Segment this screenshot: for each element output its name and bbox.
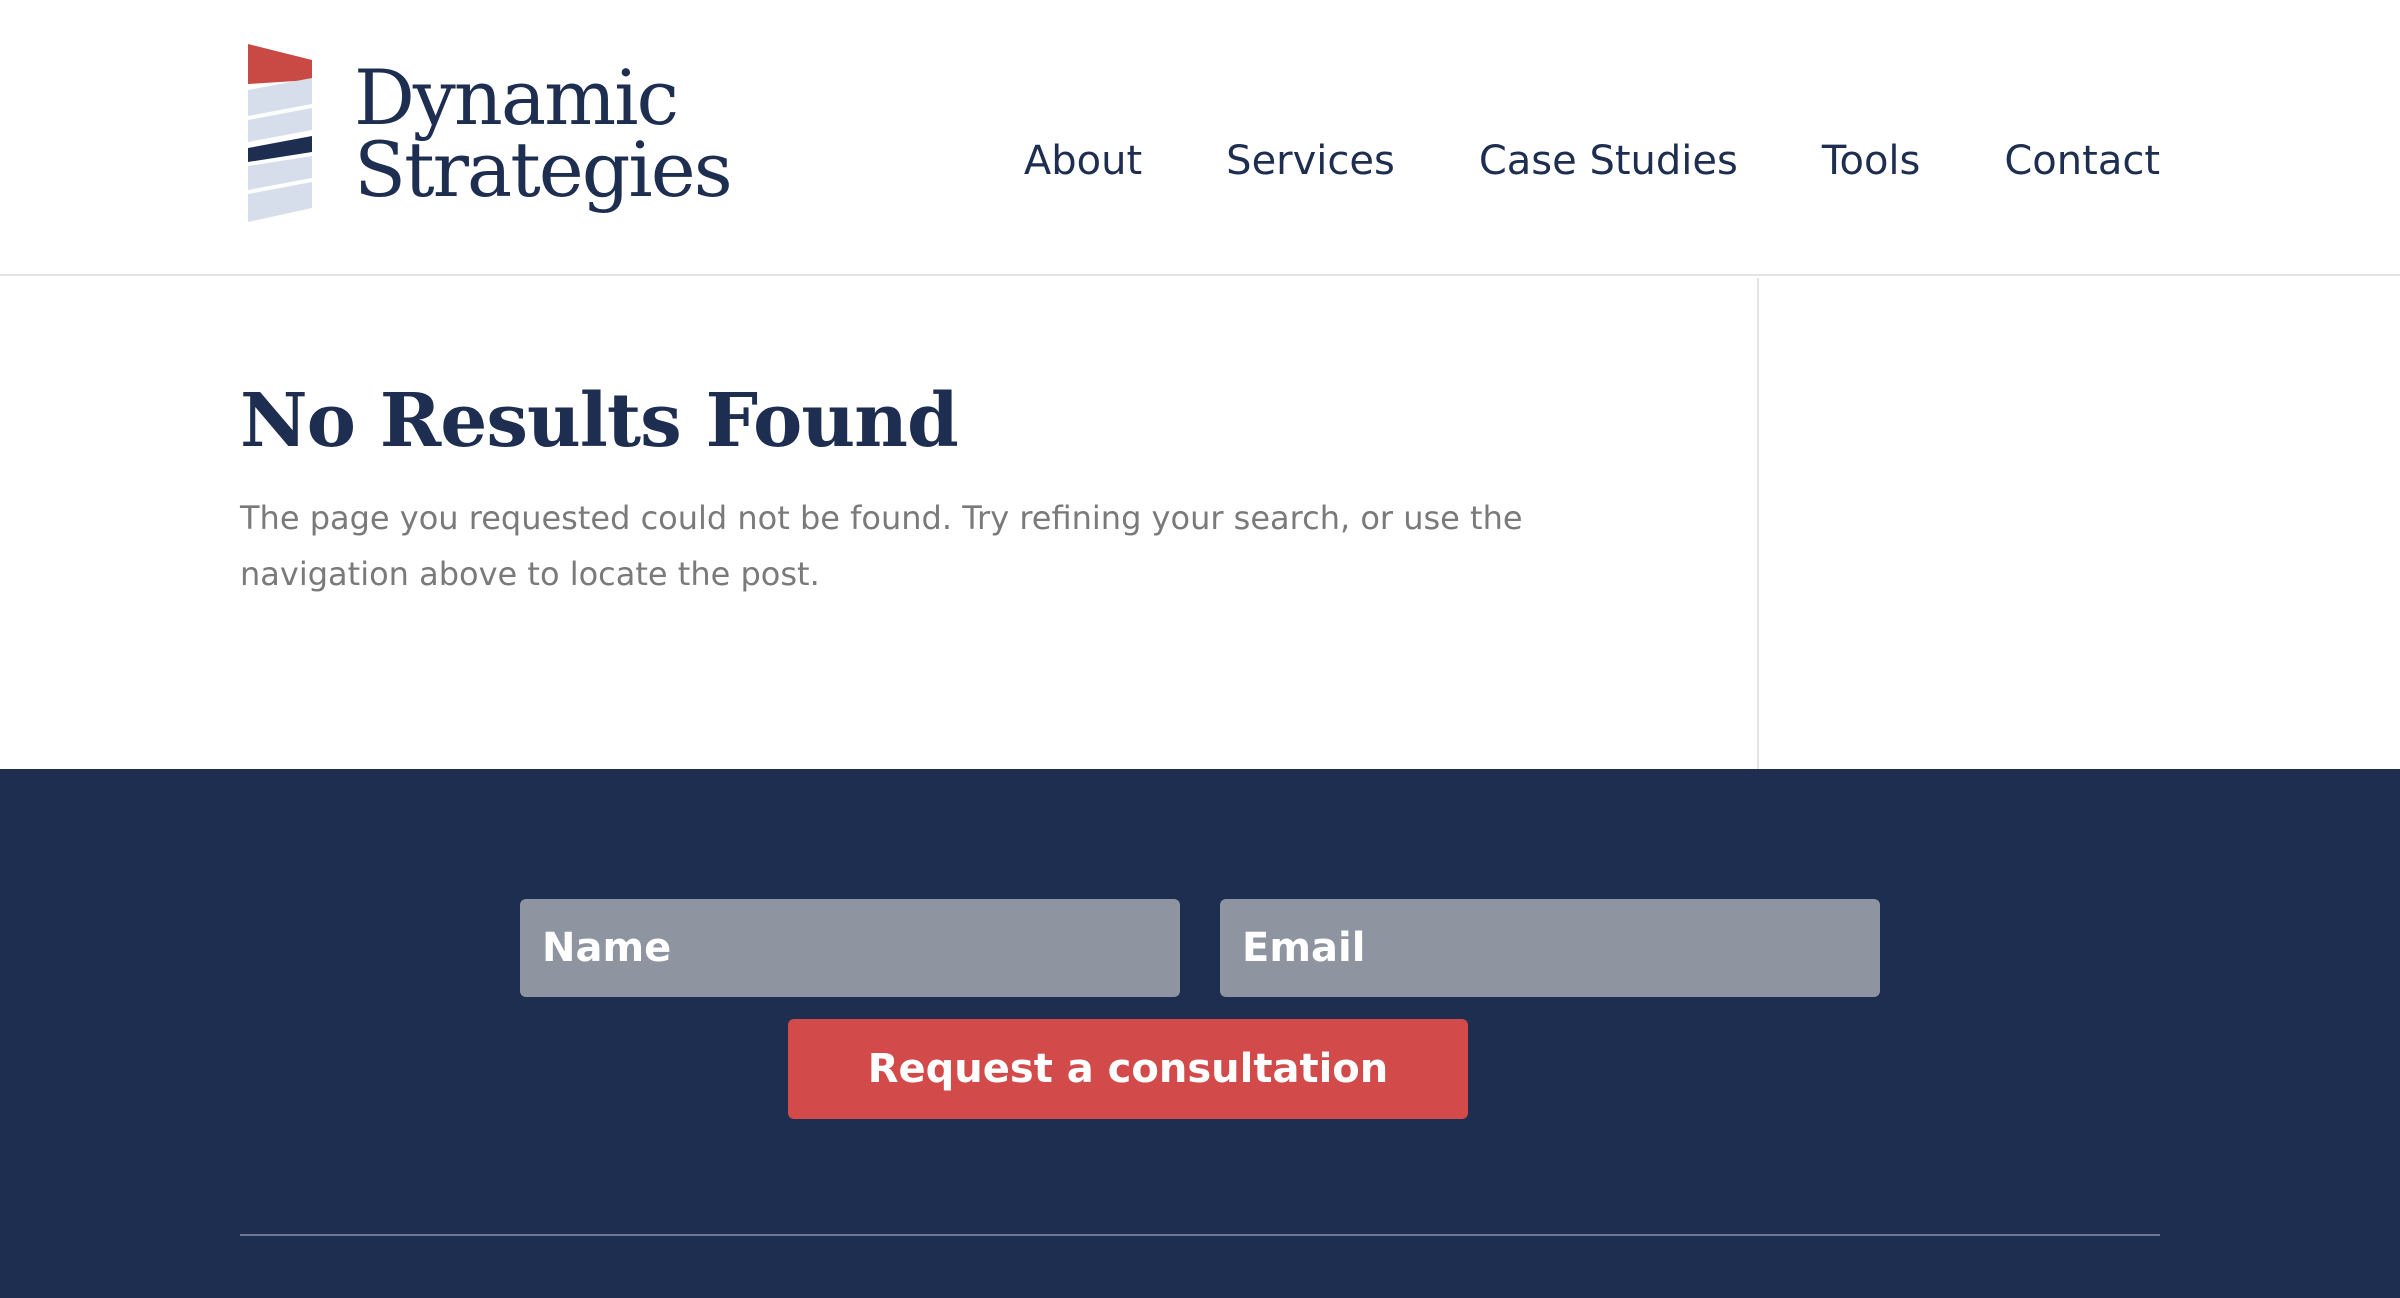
main-content: No Results Found The page you requested … bbox=[0, 278, 2400, 769]
brand-wordmark: Dynamic Strategies bbox=[354, 53, 733, 214]
nav-item-services[interactable]: Services bbox=[1226, 138, 1395, 184]
brand-line-2: Strategies bbox=[354, 125, 733, 214]
main-nav: About Services Case Studies Tools Contac… bbox=[1024, 138, 2160, 184]
name-input[interactable] bbox=[520, 899, 1180, 997]
request-consultation-button[interactable]: Request a consultation bbox=[788, 1019, 1468, 1119]
nav-item-case-studies[interactable]: Case Studies bbox=[1479, 138, 1738, 184]
sidebar-divider bbox=[1757, 278, 1759, 769]
not-found-message: The page you requested could not be foun… bbox=[240, 499, 1523, 593]
footer-divider bbox=[240, 1234, 2160, 1236]
brand-line-1: Dynamic bbox=[354, 53, 679, 142]
email-input[interactable] bbox=[1220, 899, 1880, 997]
nav-item-about[interactable]: About bbox=[1024, 138, 1142, 184]
nav-item-contact[interactable]: Contact bbox=[2004, 138, 2160, 184]
brand-logo[interactable]: Dynamic Strategies bbox=[246, 44, 733, 224]
site-footer: Request a consultation bbox=[0, 769, 2400, 1298]
site-header: Dynamic Strategies About Services Case S… bbox=[0, 0, 2400, 276]
page-title: No Results Found bbox=[240, 378, 959, 464]
nav-item-tools[interactable]: Tools bbox=[1822, 138, 1921, 184]
logo-mark-icon bbox=[248, 44, 312, 222]
